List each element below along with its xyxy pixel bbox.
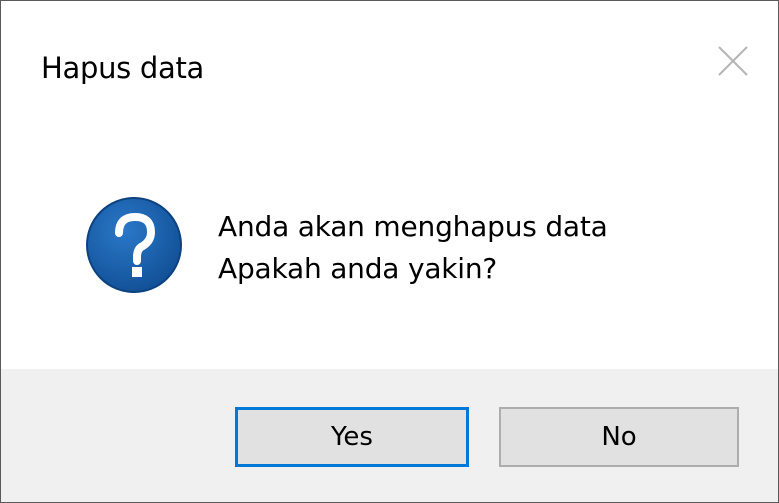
dialog-content: Anda akan menghapus data Apakah anda yak… [1, 141, 778, 369]
dialog-message: Anda akan menghapus data Apakah anda yak… [218, 206, 608, 290]
close-button[interactable] [701, 29, 765, 93]
button-bar: Yes No [1, 369, 778, 502]
yes-button[interactable]: Yes [235, 407, 469, 467]
question-icon [86, 197, 182, 293]
dialog-title: Hapus data [41, 51, 205, 85]
title-bar: Hapus data [1, 1, 778, 141]
message-line-2: Apakah anda yakin? [218, 252, 498, 285]
close-icon [718, 46, 748, 76]
message-dialog: Hapus data Anda akan menghapus data Apak… [0, 0, 779, 503]
message-line-1: Anda akan menghapus data [218, 210, 608, 243]
no-button[interactable]: No [499, 407, 739, 467]
